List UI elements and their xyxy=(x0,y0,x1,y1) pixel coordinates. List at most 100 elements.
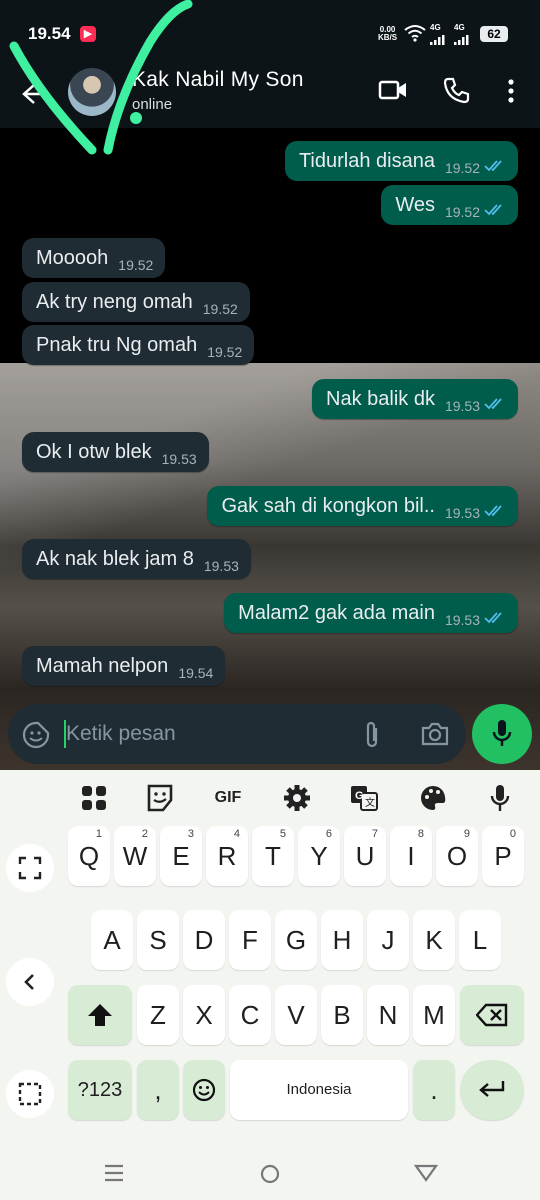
emoji-sticker-icon[interactable] xyxy=(22,721,50,749)
key-l[interactable]: L xyxy=(459,910,501,970)
read-ticks-icon xyxy=(484,505,502,517)
key-w[interactable]: W2 xyxy=(114,826,156,886)
period-key[interactable]: . xyxy=(413,1060,455,1120)
key-e[interactable]: E3 xyxy=(160,826,202,886)
message-bubble-incoming[interactable]: Mamah nelpon 19.54 xyxy=(22,646,226,686)
key-m[interactable]: M xyxy=(413,985,455,1045)
key-label: I xyxy=(407,841,415,871)
key-k[interactable]: K xyxy=(413,910,455,970)
smiley-icon xyxy=(192,1078,216,1102)
sim1-signal-icon: 4G xyxy=(430,24,446,50)
sim2-label: 4G xyxy=(454,23,465,32)
svg-text:文: 文 xyxy=(365,796,375,809)
key-number-hint: 0 xyxy=(509,828,516,840)
key-i[interactable]: I8 xyxy=(390,826,432,886)
backspace-key[interactable] xyxy=(460,985,524,1045)
key-g[interactable]: G xyxy=(275,910,317,970)
sim1-label: 4G xyxy=(430,23,441,32)
message-time: 19.52 xyxy=(444,160,480,176)
message-input[interactable]: Ketik pesan xyxy=(66,722,176,746)
message-bubble-outgoing[interactable]: Nak balik dk 19.53 xyxy=(312,379,518,419)
message-time: 19.52 xyxy=(202,301,238,317)
camera-icon[interactable] xyxy=(420,720,450,748)
cursor-left-button[interactable] xyxy=(6,958,54,1006)
key-n[interactable]: N xyxy=(367,985,409,1045)
key-b[interactable]: B xyxy=(321,985,363,1045)
gif-button[interactable]: GIF xyxy=(212,784,244,812)
enter-key[interactable] xyxy=(460,1060,524,1120)
message-time: 19.53 xyxy=(444,398,480,414)
key-c[interactable]: C xyxy=(229,985,271,1045)
key-a[interactable]: A xyxy=(91,910,133,970)
home-icon[interactable] xyxy=(259,1163,281,1185)
key-p[interactable]: P0 xyxy=(482,826,524,886)
theme-palette-icon[interactable] xyxy=(417,784,449,812)
key-j[interactable]: J xyxy=(367,910,409,970)
attach-icon[interactable] xyxy=(362,720,382,750)
message-time: 19.53 xyxy=(203,558,239,574)
message-bubble-incoming[interactable]: Ak nak blek jam 8 19.53 xyxy=(22,539,251,579)
read-ticks-icon xyxy=(484,398,502,410)
select-text-button[interactable] xyxy=(6,1070,54,1118)
chevron-left-icon xyxy=(24,974,34,990)
key-y[interactable]: Y6 xyxy=(298,826,340,886)
recent-apps-icon[interactable] xyxy=(104,1164,124,1182)
video-call-icon[interactable] xyxy=(378,78,408,102)
microphone-icon xyxy=(492,720,512,746)
shift-key[interactable] xyxy=(68,985,132,1045)
message-text: Gak sah di kongkon bil.. xyxy=(221,495,435,517)
read-ticks-icon xyxy=(484,160,502,172)
resize-keyboard-button[interactable] xyxy=(6,844,54,892)
key-number-hint: 3 xyxy=(187,828,194,840)
message-bubble-outgoing[interactable]: Malam2 gak ada main 19.53 xyxy=(224,593,518,633)
message-bubble-outgoing[interactable]: Tidurlah disana 19.52 xyxy=(284,141,518,181)
message-time: 19.52 xyxy=(118,257,154,273)
message-bubble-incoming[interactable]: Mooooh 19.52 xyxy=(22,238,166,278)
key-x[interactable]: X xyxy=(183,985,225,1045)
selection-box-icon xyxy=(18,1082,42,1106)
sticker-icon[interactable] xyxy=(144,784,176,812)
key-number-hint: 5 xyxy=(279,828,286,840)
voice-message-button[interactable] xyxy=(472,704,532,764)
back-triangle-icon[interactable] xyxy=(414,1163,438,1183)
key-q[interactable]: Q1 xyxy=(68,826,110,886)
message-composer[interactable]: Ketik pesan xyxy=(8,704,466,764)
symbols-key[interactable]: ?123 xyxy=(68,1060,132,1120)
key-u[interactable]: U7 xyxy=(344,826,386,886)
message-time: 19.53 xyxy=(161,451,197,467)
key-z[interactable]: Z xyxy=(137,985,179,1045)
settings-gear-icon[interactable] xyxy=(281,784,313,812)
key-label: U xyxy=(355,841,375,871)
message-bubble-incoming[interactable]: Pnak tru Ng omah 19.52 xyxy=(22,325,255,365)
svg-text:G: G xyxy=(355,790,364,802)
emoji-key[interactable] xyxy=(183,1060,225,1120)
message-text: Ok I otw blek xyxy=(36,441,152,463)
message-bubble-incoming[interactable]: Ak try neng omah 19.52 xyxy=(22,282,250,322)
key-s[interactable]: S xyxy=(137,910,179,970)
voice-call-icon[interactable] xyxy=(442,76,470,104)
message-bubble-incoming[interactable]: Ok I otw blek 19.53 xyxy=(22,432,209,472)
message-text: Wes xyxy=(395,194,435,216)
key-label: Q xyxy=(78,841,100,871)
message-text: Ak try neng omah xyxy=(36,291,193,313)
space-key[interactable]: Indonesia xyxy=(230,1060,408,1120)
message-text: Mooooh xyxy=(36,247,109,269)
more-options-icon[interactable] xyxy=(506,78,516,104)
message-text: Ak nak blek jam 8 xyxy=(36,548,194,570)
translate-icon[interactable]: G文 xyxy=(348,784,380,812)
key-f[interactable]: F xyxy=(229,910,271,970)
key-t[interactable]: T5 xyxy=(252,826,294,886)
key-h[interactable]: H xyxy=(321,910,363,970)
wifi-icon xyxy=(404,25,426,42)
key-o[interactable]: O9 xyxy=(436,826,478,886)
comma-key[interactable]: , xyxy=(137,1060,179,1120)
message-bubble-outgoing[interactable]: Gak sah di kongkon bil.. 19.53 xyxy=(207,486,518,526)
key-number-hint: 4 xyxy=(233,828,240,840)
shift-arrow-icon xyxy=(88,1004,112,1026)
key-r[interactable]: R4 xyxy=(206,826,248,886)
keyboard-voice-input-icon[interactable] xyxy=(484,784,516,812)
apps-grid-icon[interactable] xyxy=(78,784,110,812)
key-v[interactable]: V xyxy=(275,985,317,1045)
key-d[interactable]: D xyxy=(183,910,225,970)
message-bubble-outgoing[interactable]: Wes 19.52 xyxy=(381,185,518,225)
